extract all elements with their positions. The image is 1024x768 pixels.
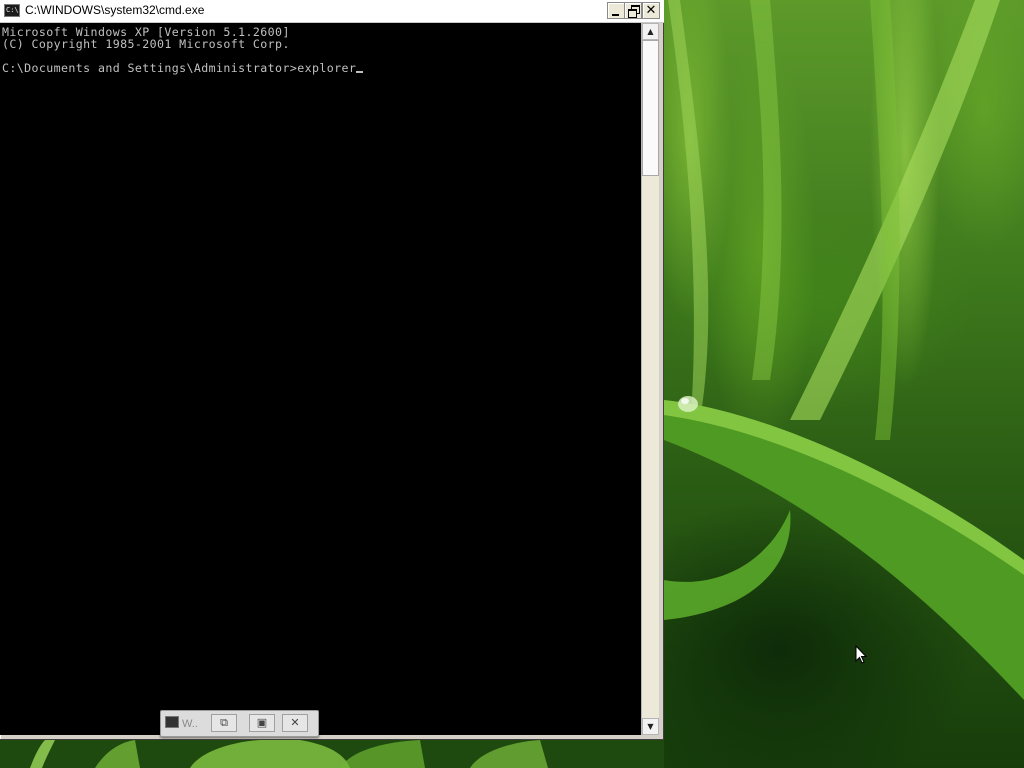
cmd-window[interactable]: C:\ C:\WINDOWS\system32\cmd.exe ✕ Micros… [0,0,664,740]
arrow-up-icon: ▲ [647,27,654,36]
mini-restore-button[interactable]: ⧉ [211,714,237,732]
arrow-down-icon: ▼ [647,722,654,731]
cmd-icon [165,716,179,728]
restore-button[interactable] [624,2,642,19]
scroll-up-button[interactable]: ▲ [642,23,659,40]
scroll-down-button[interactable]: ▼ [642,718,659,735]
close-icon: ✕ [645,3,657,18]
title-bar[interactable]: C:\ C:\WINDOWS\system32\cmd.exe ✕ [0,0,664,23]
maximize-icon: ▣ [256,716,268,729]
console-output[interactable]: Microsoft Windows XP [Version 5.1.2600] … [0,23,641,735]
cmd-icon[interactable]: C:\ [4,4,20,17]
text-cursor [356,71,364,73]
console-prompt-line[interactable]: C:\Documents and Settings\Administrator>… [2,61,364,75]
scrollbar-thumb[interactable] [642,40,659,176]
window-title: C:\WINDOWS\system32\cmd.exe [25,3,205,17]
close-icon: ✕ [290,716,300,729]
floating-taskbar-button[interactable]: W.. ⧉ ▣ ✕ [160,710,319,737]
vertical-scrollbar[interactable]: ▲ ▼ [641,23,659,735]
console-line: (C) Copyright 1985-2001 Microsoft Corp. [2,37,290,51]
mini-maximize-button[interactable]: ▣ [249,714,275,732]
mini-close-button[interactable]: ✕ [282,714,308,732]
mouse-pointer-icon [855,645,868,664]
minimize-button[interactable] [607,2,625,19]
minimize-icon [612,14,619,16]
close-button[interactable]: ✕ [642,2,660,19]
taskbar-app-button[interactable]: W.. [165,715,205,733]
restore-icon: ⧉ [220,716,228,729]
command-prompt-text: C:\Documents and Settings\Administrator>… [2,61,357,75]
taskbar-app-label: W.. [182,718,198,730]
